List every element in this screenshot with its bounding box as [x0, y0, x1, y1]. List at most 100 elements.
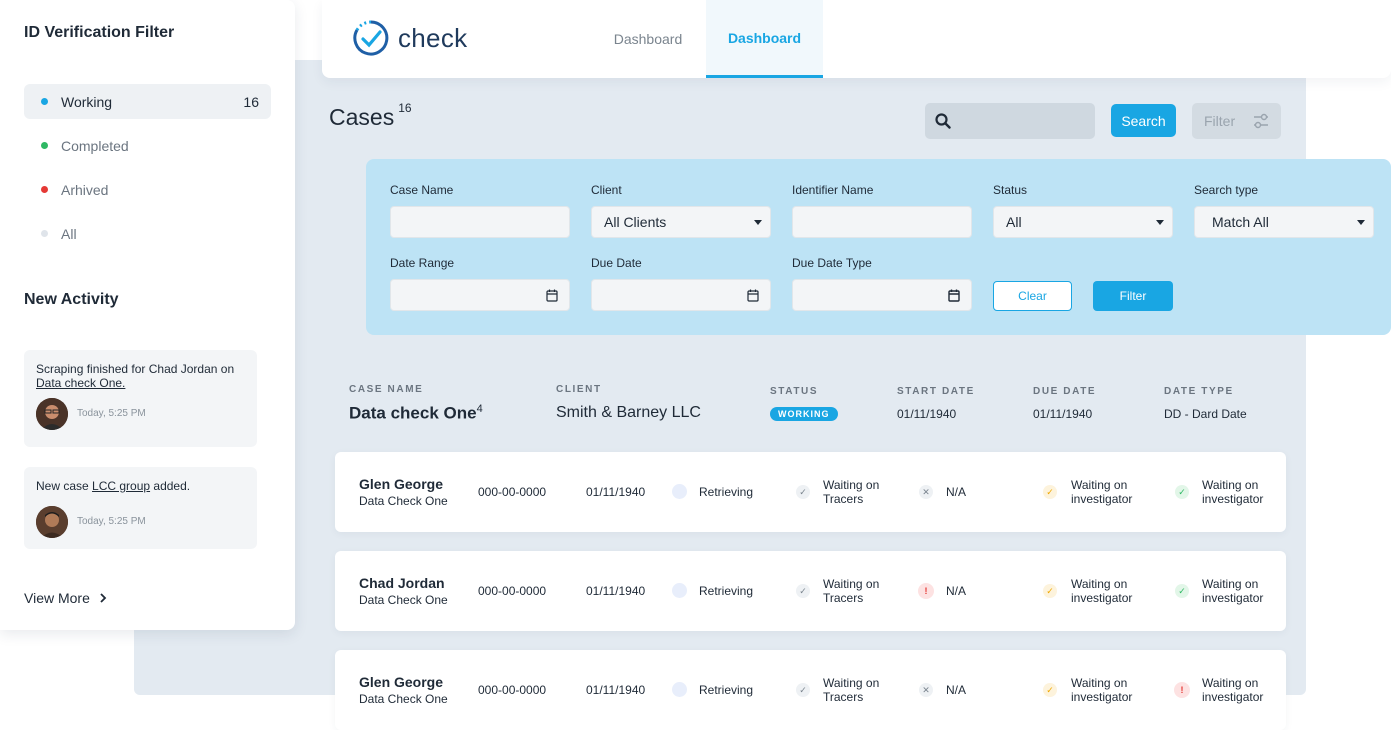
avatar: [36, 398, 68, 430]
search-input[interactable]: [925, 103, 1095, 139]
search-button[interactable]: Search: [1111, 104, 1176, 137]
filter-toggle-button[interactable]: Filter: [1192, 103, 1281, 139]
row-na: N/A: [946, 584, 967, 598]
row-tracers-line1: Waiting on: [823, 478, 880, 492]
search-type-select[interactable]: Match All: [1194, 206, 1374, 238]
filter-toggle-label: Filter: [1204, 113, 1236, 129]
case-due-date: 01/11/1940: [1033, 407, 1093, 421]
caret-down-icon: [1357, 220, 1365, 225]
check-logo-icon: [353, 20, 389, 56]
cases-count: 16: [398, 101, 412, 116]
row-investigator-line2: investigator: [1071, 690, 1133, 704]
check-icon: ✓: [1175, 485, 1189, 499]
case-title-text: Data check One: [349, 403, 477, 423]
case-name-heading: CASE NAME: [349, 384, 424, 395]
activity-card: New case LCC group added. Today, 5:25 PM: [24, 467, 257, 549]
check-icon: ✓: [1043, 683, 1057, 697]
sidebar: ID Verification Filter Working 16 Comple…: [0, 0, 295, 630]
filter-item-archived[interactable]: Arhived: [24, 172, 271, 207]
loading-icon: [672, 583, 687, 598]
activity-card: Scraping finished for Chad Jordan on Dat…: [24, 350, 257, 447]
filter-item-count: 16: [243, 93, 259, 110]
case-count: 4: [476, 403, 483, 415]
clear-button[interactable]: Clear: [993, 281, 1072, 311]
row-tracers: Waiting on Tracers: [823, 478, 879, 506]
avatar: [36, 506, 68, 538]
status-dot-icon: [41, 142, 48, 149]
row-investigator-line2: investigator: [1202, 492, 1264, 506]
activity-link[interactable]: Data check One.: [36, 376, 125, 390]
due-date-heading: DUE DATE: [1033, 386, 1097, 397]
row-investigator-line2: investigator: [1071, 591, 1133, 605]
table-row[interactable]: Glen George Data Check One 000-00-0000 0…: [335, 452, 1286, 532]
top-header: check Dashboard Dashboard: [322, 0, 1391, 78]
check-icon: ✓: [1175, 584, 1189, 598]
case-title[interactable]: Data check One4: [349, 403, 483, 424]
caret-down-icon: [754, 220, 762, 225]
row-ssn: 000-00-0000: [478, 683, 547, 697]
identifier-input[interactable]: [792, 206, 972, 238]
row-tracers: Waiting on Tracers: [823, 676, 879, 704]
activity-text: Scraping finished for Chad Jordan on Dat…: [36, 362, 245, 390]
activity-link[interactable]: LCC group: [92, 479, 150, 493]
search-type-label: Search type: [1194, 183, 1259, 197]
client-select[interactable]: All Clients: [591, 206, 771, 238]
case-client: Smith & Barney LLC: [556, 404, 701, 421]
row-retrieving: Retrieving: [699, 584, 754, 598]
status-select[interactable]: All: [993, 206, 1173, 238]
due-date-label: Due Date: [591, 256, 642, 270]
check-icon: ✓: [796, 485, 810, 499]
view-more-label: View More: [24, 590, 90, 606]
row-date: 01/11/1940: [586, 683, 646, 697]
status-select-value: All: [1006, 214, 1022, 230]
row-tracers-line2: Tracers: [823, 690, 864, 704]
row-investigator-line1: Waiting on: [1071, 478, 1128, 492]
activity-message: Scraping finished for Chad Jordan on: [36, 362, 235, 376]
row-name: Chad Jordan: [359, 575, 445, 591]
row-tracers-line1: Waiting on: [823, 676, 880, 690]
chevron-right-icon: [100, 593, 107, 603]
check-icon: ✓: [796, 584, 810, 598]
row-investigator: Waiting on investigator: [1071, 676, 1132, 704]
activity-message-end: added.: [150, 479, 191, 493]
row-investigator-line1: Waiting on: [1202, 676, 1259, 690]
due-date-type-input[interactable]: [792, 279, 972, 311]
row-investigator-line2: investigator: [1071, 492, 1133, 506]
view-more-link[interactable]: View More: [24, 590, 108, 606]
activity-title: New Activity: [24, 291, 119, 308]
due-date-input[interactable]: [591, 279, 771, 311]
case-start-date: 01/11/1940: [897, 407, 957, 421]
case-name-input[interactable]: [390, 206, 570, 238]
filter-item-label: All: [61, 225, 77, 242]
check-icon: ✓: [1043, 584, 1057, 598]
tab-dashboard-active[interactable]: Dashboard: [706, 0, 823, 78]
date-range-input[interactable]: [390, 279, 570, 311]
table-row[interactable]: Glen George Data Check One 000-00-0000 0…: [335, 650, 1286, 730]
loading-icon: [672, 682, 687, 697]
sliders-icon: [1254, 113, 1269, 129]
sidebar-title: ID Verification Filter: [24, 24, 175, 41]
activity-meta: Today, 5:25 PM: [36, 506, 245, 538]
activity-message: New case: [36, 479, 93, 493]
apply-filter-button[interactable]: Filter: [1093, 281, 1173, 311]
x-icon: ✕: [919, 683, 933, 697]
filter-item-working[interactable]: Working 16: [24, 84, 271, 119]
row-investigator: Waiting on investigator: [1071, 577, 1132, 605]
row-ssn: 000-00-0000: [478, 485, 547, 499]
filter-item-all[interactable]: All: [24, 216, 271, 251]
page-title-text: Cases: [329, 104, 395, 130]
status-dot-icon: [41, 186, 48, 193]
filter-item-completed[interactable]: Completed: [24, 128, 271, 163]
filter-item-label: Completed: [61, 137, 129, 154]
tab-dashboard[interactable]: Dashboard: [592, 0, 704, 78]
table-row[interactable]: Chad Jordan Data Check One 000-00-0000 0…: [335, 551, 1286, 631]
row-retrieving: Retrieving: [699, 485, 754, 499]
calendar-icon: [747, 289, 759, 302]
status-dot-icon: [41, 230, 48, 237]
row-investigator-2: Waiting on investigator: [1202, 676, 1263, 704]
row-subtitle: Data Check One: [359, 692, 448, 706]
alert-icon: !: [1174, 682, 1190, 698]
status-dot-icon: [41, 98, 48, 105]
row-date: 01/11/1940: [586, 485, 646, 499]
row-name: Glen George: [359, 674, 444, 690]
